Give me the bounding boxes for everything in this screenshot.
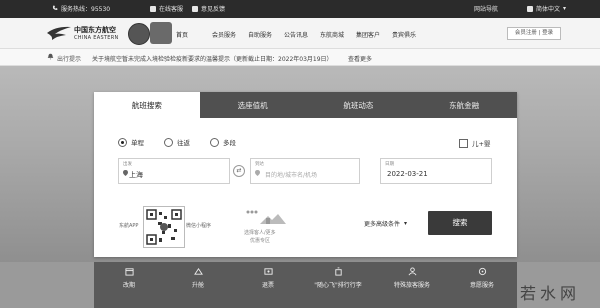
destination-placeholder: 目的地/城市名/机场 [265, 172, 318, 179]
language-select[interactable]: 简体中文 ▾ [527, 4, 566, 13]
anniversary-badge [128, 23, 150, 45]
quick-link-reschedule[interactable]: 改期 [89, 264, 169, 289]
login-button[interactable]: 会员注册 | 登录 [507, 27, 561, 40]
booking-tabs: 航班搜索 选座值机 航班动态 东航金融 [94, 92, 517, 118]
online-service-link[interactable]: 在线客服 [150, 4, 183, 13]
tab-flight-search[interactable]: 航班搜索 [94, 92, 200, 118]
chevron-down-icon: ▾ [563, 5, 567, 12]
calendar-icon [124, 268, 134, 276]
nav-item-self-service[interactable]: 自助服务 [248, 30, 284, 39]
radio-icon [118, 137, 127, 147]
app-label: 东航APP [119, 223, 139, 229]
mini-program-label: 微信小程序 [186, 223, 212, 229]
checkbox-icon [459, 138, 468, 148]
notice-label: 出行提示 [57, 56, 82, 63]
top-bar: 服务热线：95530 在线客服 意见反馈 网站导航 简体中文 ▾ [0, 0, 600, 18]
chat-icon [150, 5, 156, 12]
notice-more-link[interactable]: 查看更多 [348, 54, 372, 63]
promo-line2: 优惠专区 [250, 238, 271, 244]
quick-link-label: 特殊旅客服务 [393, 282, 430, 289]
date-field[interactable]: 日期 2022-03-21 [380, 158, 492, 184]
nav-item-group[interactable]: 集团客户 [356, 30, 392, 39]
swallow-logo-icon [47, 26, 71, 40]
upgrade-icon [193, 267, 203, 275]
quick-link-service[interactable]: 意愿服务 [442, 264, 522, 289]
infant-checkbox[interactable]: 儿+婴 [459, 138, 490, 148]
notice-text[interactable]: 关于境航空暂未完成入境检验检疫新要求的温馨提示（更新截止日期：2022年03月1… [92, 54, 333, 63]
hotline-label: 服务热线：95530 [61, 6, 111, 13]
swap-icon[interactable]: ⇄ [233, 165, 245, 177]
trip-type-label: 往返 [177, 139, 190, 147]
trip-type-label: 单程 [131, 139, 144, 147]
quick-link-label: "随心飞"排行行李 [314, 282, 362, 289]
logo[interactable]: 中国东方航空 CHINA EASTERN [46, 22, 126, 46]
quick-link-refund[interactable]: 退票 [228, 264, 308, 289]
search-button[interactable]: 搜索 [428, 211, 492, 235]
nav-item-mall[interactable]: 东航商城 [320, 30, 356, 39]
quick-link-label: 退票 [261, 282, 274, 289]
site-nav-link[interactable]: 网站导航 [474, 4, 498, 13]
feedback-link[interactable]: 意见反馈 [192, 4, 225, 13]
origin-caption: 出发 [123, 162, 132, 167]
location-pin-icon [123, 170, 128, 178]
date-caption: 日期 [385, 162, 394, 167]
nav-item-home[interactable]: 首页 [176, 30, 212, 39]
destination-field[interactable]: 到达 目的地/城市名/机场 [250, 158, 360, 184]
infant-label: 儿+婴 [472, 140, 491, 148]
phone-icon [52, 5, 58, 13]
feedback-label: 意见反馈 [201, 6, 226, 13]
globe-icon [527, 5, 533, 12]
caret-down-icon: ▾ [404, 220, 408, 227]
trip-type-multi[interactable]: 多段 [210, 137, 246, 147]
trip-type-oneway[interactable]: 单程 [118, 137, 154, 147]
trip-type-roundtrip[interactable]: 往返 [164, 137, 200, 147]
notice-bar: 出行提示 关于境航空暂未完成入境检验检疫新要求的温馨提示（更新截止日期：2022… [0, 49, 600, 66]
edit-icon [192, 5, 198, 12]
trip-type-group: 单程 往返 多段 [118, 137, 246, 147]
logo-en-text: CHINA EASTERN [74, 35, 119, 41]
quick-link-special-passenger[interactable]: 特殊旅客服务 [372, 264, 452, 289]
promo-banner[interactable]: 选择客人/更多 优惠专区 [236, 206, 300, 246]
passenger-icon [408, 267, 416, 276]
origin-value: 上海 [129, 171, 143, 179]
promo-line1: 选择客人/更多 [244, 230, 276, 236]
tab-seat-checkin[interactable]: 选座值机 [199, 92, 306, 118]
location-pin-icon [255, 170, 260, 178]
hotline: 服务热线：95530 [52, 4, 110, 13]
luggage-icon [334, 267, 342, 276]
quick-link-baggage[interactable]: "随心飞"排行行李 [298, 264, 378, 289]
advanced-options-toggle[interactable]: 更多高级条件 ▾ [364, 219, 407, 228]
trip-type-label: 多段 [223, 139, 236, 147]
nav-item-member[interactable]: 会员服务 [212, 30, 248, 39]
bell-icon [47, 53, 54, 62]
logo-cn-text: 中国东方航空 [74, 26, 116, 34]
language-label: 简体中文 [536, 6, 561, 13]
radio-icon [210, 137, 219, 147]
watermark: 若水网 [520, 284, 581, 303]
main-nav: 首页 会员服务 自助服务 公告讯息 东航商城 集团客户 贵宾俱乐 [176, 30, 428, 39]
quick-link-label: 改期 [122, 282, 135, 289]
tab-flight-status[interactable]: 航班动态 [305, 92, 412, 118]
promo-illustration-icon [246, 210, 286, 224]
nav-item-vip[interactable]: 贵宾俱乐 [392, 30, 428, 39]
destination-caption: 到达 [255, 162, 264, 167]
qr-code [143, 206, 185, 248]
service-icon [478, 267, 486, 276]
nav-item-news[interactable]: 公告讯息 [284, 30, 320, 39]
quick-link-upgrade[interactable]: 升舱 [158, 264, 238, 289]
partner-badge [150, 22, 172, 44]
date-value: 2022-03-21 [387, 170, 428, 178]
origin-field[interactable]: 出发 上海 [118, 158, 230, 184]
qr-code-icon [146, 209, 182, 245]
tab-finance[interactable]: 东航金融 [411, 92, 517, 118]
quick-link-label: 意愿服务 [469, 282, 494, 289]
advanced-options-label: 更多高级条件 [364, 221, 401, 228]
online-service-label: 在线客服 [159, 6, 184, 13]
radio-icon [164, 137, 173, 147]
quick-link-label: 升舱 [191, 282, 204, 289]
ticket-icon [263, 268, 273, 275]
